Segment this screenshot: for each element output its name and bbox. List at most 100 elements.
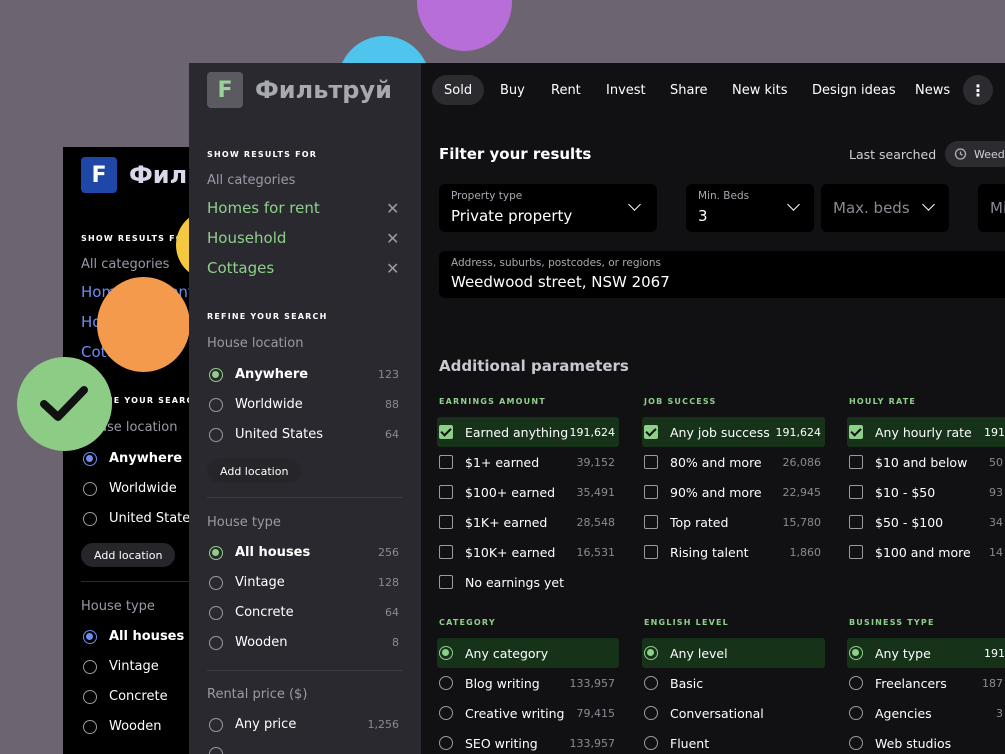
add-location-button[interactable]: Add location	[207, 459, 302, 483]
radio-icon	[209, 427, 223, 442]
radio-icon	[83, 689, 97, 704]
all-categories-label: All categories	[207, 173, 296, 188]
category-cottages[interactable]: Cottages	[207, 259, 274, 277]
house-type-label: House type	[207, 515, 281, 530]
price-any[interactable]: Any price 1,256	[209, 717, 399, 732]
back-type-vintage[interactable]: Vintage	[83, 659, 159, 674]
earnings-option[interactable]: Earned anything 191,624	[437, 417, 619, 447]
radio-selected-icon	[83, 451, 97, 466]
checkbox-icon	[849, 485, 863, 499]
earnings-option[interactable]: $100+ earned 35,491	[437, 477, 619, 507]
english-level-option[interactable]: Fluent	[642, 728, 825, 754]
radio-icon	[644, 676, 658, 690]
type-wooden[interactable]: Wooden 8	[209, 635, 399, 650]
category-option[interactable]: Any category	[437, 638, 619, 668]
address-input[interactable]: Address, suburbs, postcodes, or regions …	[439, 251, 1005, 298]
price-next-partial[interactable]	[209, 747, 399, 754]
english-level-option[interactable]: Basic	[642, 668, 825, 698]
location-united-states[interactable]: United States 64	[209, 427, 399, 442]
back-type-wooden[interactable]: Wooden	[83, 719, 162, 734]
job-success-caption: JOB SUCCESS	[644, 397, 717, 406]
english-level-option[interactable]: Any level	[642, 638, 825, 668]
category-caption: CATEGORY	[439, 618, 496, 627]
back-add-location-button[interactable]: Add location	[81, 543, 176, 567]
remove-household-icon[interactable]: ✕	[386, 229, 399, 248]
logo: F Фильтруй	[207, 72, 392, 108]
back-type-all[interactable]: All houses	[83, 629, 184, 644]
max-beds-select[interactable]: Max. beds	[821, 184, 949, 232]
english-level-option[interactable]: Conversational	[642, 698, 825, 728]
category-homes-for-rent[interactable]: Homes for rent	[207, 199, 320, 217]
back-all-categories: All categories	[81, 257, 170, 272]
category-option[interactable]: Creative writing 79,415	[437, 698, 619, 728]
radio-selected-icon	[209, 545, 223, 560]
checkbox-icon	[644, 515, 658, 529]
category-option[interactable]: Blog writing 133,957	[437, 668, 619, 698]
type-vintage[interactable]: Vintage 128	[209, 575, 399, 590]
back-location-worldwide[interactable]: Worldwide	[83, 481, 177, 496]
checkbox-icon	[439, 575, 453, 589]
back-location-us[interactable]: United States	[83, 511, 197, 526]
checkbox-icon	[439, 515, 453, 529]
logo-mark: F	[207, 72, 243, 108]
checkmark-badge-icon	[17, 357, 112, 451]
checkbox-icon	[439, 455, 453, 469]
job-success-option[interactable]: 80% and more 26,086	[642, 447, 825, 477]
english-level-caption: ENGLISH LEVEL	[644, 618, 729, 627]
job-success-option[interactable]: 90% and more 22,945	[642, 477, 825, 507]
last-searched-label: Last searched	[849, 147, 937, 162]
hourly-rate-option[interactable]: $10 and below 50	[847, 447, 1005, 477]
job-success-option[interactable]: Top rated 15,780	[642, 507, 825, 537]
radio-icon	[849, 676, 863, 690]
more-menu-icon[interactable]: ⋮	[963, 75, 993, 105]
hourly-rate-option[interactable]: $10 - $50 93	[847, 477, 1005, 507]
type-concrete[interactable]: Concrete 64	[209, 605, 399, 620]
earnings-option[interactable]: No earnings yet	[437, 567, 619, 597]
type-all-houses[interactable]: All houses 256	[209, 545, 399, 560]
hourly-rate-option[interactable]: Any hourly rate 191	[847, 417, 1005, 447]
category-household[interactable]: Household	[207, 229, 286, 247]
earnings-option[interactable]: $1+ earned 39,152	[437, 447, 619, 477]
radio-icon	[83, 719, 97, 734]
tab-sold[interactable]: Sold	[432, 75, 485, 105]
hourly-rate-option[interactable]: $100 and more 14	[847, 537, 1005, 567]
brand-name: Фильтруй	[255, 76, 392, 104]
remove-homes-icon[interactable]: ✕	[386, 199, 399, 218]
tab-new-kits[interactable]: New kits	[732, 75, 788, 105]
radio-selected-icon	[83, 629, 97, 644]
job-success-option[interactable]: Any job success 191,624	[642, 417, 825, 447]
earnings-option[interactable]: $10K+ earned 16,531	[437, 537, 619, 567]
category-option[interactable]: SEO writing 133,957	[437, 728, 619, 754]
min-beds-select[interactable]: Min. Beds 3	[686, 184, 814, 232]
radio-selected-icon	[849, 646, 863, 660]
radio-icon	[439, 676, 453, 690]
hourly-rate-option[interactable]: $50 - $100 34	[847, 507, 1005, 537]
remove-cottages-icon[interactable]: ✕	[386, 259, 399, 278]
tab-news[interactable]: News	[915, 75, 950, 105]
location-worldwide[interactable]: Worldwide 88	[209, 397, 399, 412]
filter-title: Filter your results	[439, 145, 592, 163]
property-type-select[interactable]: Property type Private property	[439, 184, 657, 232]
checkbox-icon	[644, 455, 658, 469]
business-type-option[interactable]: Any type 191	[847, 638, 1005, 668]
checkbox-icon	[849, 455, 863, 469]
tab-rent[interactable]: Rent	[551, 75, 581, 105]
location-anywhere[interactable]: Anywhere 123	[209, 367, 399, 382]
back-location-anywhere[interactable]: Anywhere	[83, 451, 182, 466]
next-select-partial[interactable]: Mi	[978, 184, 1005, 232]
back-type-concrete[interactable]: Concrete	[83, 689, 168, 704]
tab-share[interactable]: Share	[670, 75, 708, 105]
house-location-label: House location	[207, 336, 304, 351]
checkbox-icon	[644, 485, 658, 499]
job-success-option[interactable]: Rising talent 1,860	[642, 537, 825, 567]
business-type-option[interactable]: Freelancers 187	[847, 668, 1005, 698]
history-chip[interactable]: Weed	[945, 141, 1005, 167]
tab-design-ideas[interactable]: Design ideas	[812, 75, 896, 105]
business-type-caption: BUSINESS TYPE	[849, 618, 935, 627]
tab-invest[interactable]: Invest	[606, 75, 646, 105]
earnings-option[interactable]: $1K+ earned 28,548	[437, 507, 619, 537]
radio-icon	[644, 736, 658, 750]
business-type-option[interactable]: Agencies 3	[847, 698, 1005, 728]
business-type-option[interactable]: Web studios	[847, 728, 1005, 754]
tab-buy[interactable]: Buy	[500, 75, 525, 105]
